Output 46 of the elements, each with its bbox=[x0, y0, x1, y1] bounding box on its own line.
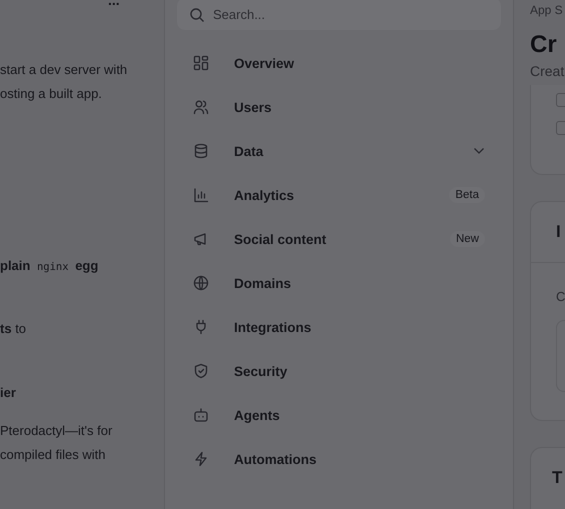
breadcrumb-text: App S bbox=[530, 3, 564, 17]
paragraph-text: ts to bbox=[0, 320, 28, 338]
nav-item[interactable]: Security bbox=[177, 349, 501, 393]
nav-item[interactable]: Analytics Beta bbox=[177, 173, 501, 217]
search-field[interactable]: Search... bbox=[177, 0, 501, 30]
lightning-icon bbox=[193, 451, 209, 467]
nav-label: Social content bbox=[234, 232, 328, 246]
nav-item[interactable]: Overview bbox=[177, 41, 501, 85]
nav-label: Automations bbox=[234, 452, 318, 466]
nav-item[interactable]: Automations bbox=[177, 437, 501, 481]
card-title: T bbox=[552, 468, 562, 487]
nav-label: Agents bbox=[234, 408, 281, 422]
paragraph-text: Pterodactyl—it's for bbox=[0, 422, 114, 440]
bar-chart-icon bbox=[193, 187, 209, 203]
paragraph-text: start a dev server with bbox=[0, 61, 128, 79]
paragraph-text: compiled files with bbox=[0, 446, 106, 464]
nav-label: Users bbox=[234, 100, 273, 114]
nav-item[interactable]: Integrations bbox=[177, 305, 501, 349]
database-icon bbox=[193, 143, 209, 159]
shield-icon bbox=[193, 363, 209, 379]
nav-label: Data bbox=[234, 144, 264, 158]
more-icon[interactable]: ... bbox=[108, 0, 120, 8]
nav-item[interactable]: Social content New bbox=[177, 217, 501, 261]
robot-icon bbox=[193, 407, 209, 423]
nav-label: Analytics bbox=[234, 188, 296, 202]
users-icon bbox=[193, 99, 209, 115]
nav-label: Integrations bbox=[234, 320, 312, 334]
nav-label: Security bbox=[234, 364, 288, 378]
card-title: I bbox=[556, 222, 561, 242]
nav-badge: New bbox=[450, 231, 485, 247]
page-subtitle: Creat bbox=[530, 63, 565, 79]
page-title: Cr bbox=[530, 31, 558, 59]
nav-item[interactable]: Data bbox=[177, 129, 501, 173]
globe-icon bbox=[193, 275, 209, 291]
nav-label: Domains bbox=[234, 276, 292, 290]
paragraph-text: osting a built app. bbox=[0, 85, 103, 103]
nav-label: Overview bbox=[234, 56, 296, 70]
nav-badge: Beta bbox=[449, 187, 485, 203]
card-text: C bbox=[556, 289, 565, 304]
grid-icon bbox=[193, 55, 209, 71]
chevron-down-icon[interactable] bbox=[473, 147, 485, 155]
nav-item[interactable]: Users bbox=[177, 85, 501, 129]
nav-item[interactable]: Domains bbox=[177, 261, 501, 305]
paragraph-text: plain nginx egg bbox=[0, 257, 100, 275]
section-heading: ier bbox=[0, 384, 17, 402]
nav-item[interactable]: Agents bbox=[177, 393, 501, 437]
